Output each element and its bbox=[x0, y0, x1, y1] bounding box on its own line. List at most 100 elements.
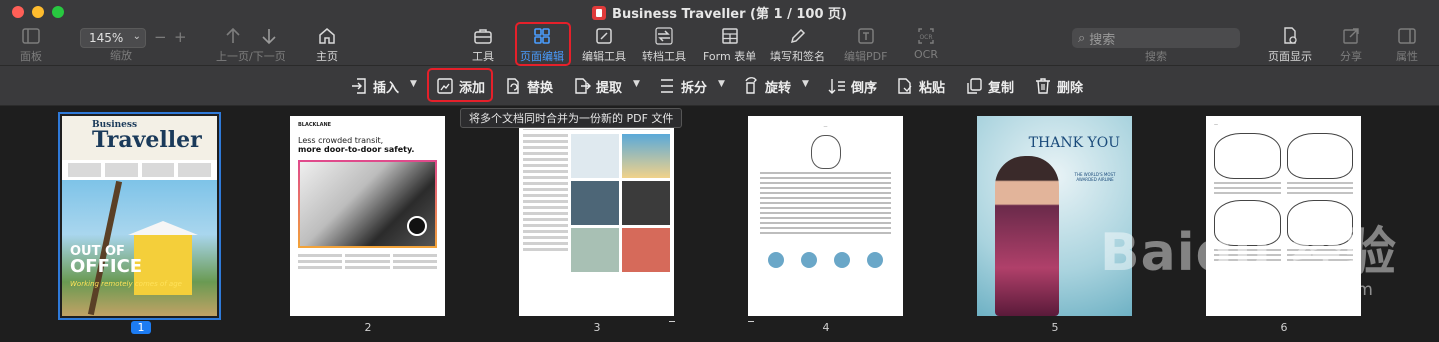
baidu-watermark: Baidu 经验 bbox=[1100, 223, 1397, 283]
edit-pdf-label: 编辑PDF bbox=[844, 50, 888, 63]
edit-pdf-button[interactable]: 编辑PDF bbox=[844, 26, 887, 64]
ocr-label: OCR bbox=[914, 48, 938, 61]
search-placeholder: 搜索 bbox=[1089, 32, 1116, 48]
fill-sign-button[interactable]: 填写和签名 bbox=[770, 26, 825, 64]
search-label: 搜索 bbox=[1145, 50, 1167, 63]
replace-icon bbox=[507, 78, 519, 94]
zoom-label: 缩放 bbox=[110, 49, 132, 62]
replace-button[interactable]: 替换 bbox=[504, 76, 553, 96]
zoom-value: 145% bbox=[89, 31, 124, 45]
svg-text:OCR: OCR bbox=[919, 34, 932, 41]
form-button[interactable]: Form 表单 bbox=[703, 26, 756, 64]
home-button[interactable]: 主页 bbox=[316, 26, 338, 64]
ad-headline-bold: more door-to-door safety. bbox=[298, 145, 415, 154]
contents-list bbox=[523, 134, 568, 272]
extract-label: 提取 bbox=[596, 80, 623, 96]
insert-label: 插入 bbox=[373, 80, 400, 96]
reverse-label: 倒序 bbox=[851, 80, 878, 96]
share-label: 分享 bbox=[1340, 50, 1362, 63]
properties-label: 属性 bbox=[1396, 50, 1418, 63]
ocr-button[interactable]: OCR OCR bbox=[914, 26, 938, 61]
cover-headline-line2: OFFICE bbox=[70, 256, 143, 277]
page-number-2: 2 bbox=[364, 321, 372, 334]
contributor-sketch bbox=[1214, 133, 1281, 179]
zoom-out-button[interactable]: − bbox=[154, 28, 167, 46]
insert-dropdown-caret[interactable]: ▼ bbox=[410, 79, 417, 89]
logo-text-large: Traveller bbox=[92, 127, 202, 153]
editor-letter-body bbox=[760, 172, 891, 234]
share-button[interactable]: 分享 bbox=[1340, 26, 1362, 64]
share-icon bbox=[1343, 28, 1359, 44]
zoom-in-button[interactable]: + bbox=[174, 28, 187, 46]
page-thumbnail-2[interactable]: BLACKLANE Less crowded transit, more doo… bbox=[290, 116, 445, 316]
sidebar-toggle-button[interactable]: 面板 bbox=[20, 26, 42, 64]
extract-button[interactable]: 提取 bbox=[573, 76, 622, 96]
issue-highlights bbox=[760, 252, 891, 268]
extract-icon bbox=[575, 78, 591, 94]
ad-body-text bbox=[290, 248, 445, 275]
ad-headline: Less crowded transit, bbox=[298, 136, 384, 145]
app-window: Business Traveller (第 1 / 100 页) 面板 145%… bbox=[0, 0, 1439, 342]
highlight-frame-add bbox=[427, 68, 493, 102]
pen-icon bbox=[790, 28, 805, 44]
split-button[interactable]: 拆分 bbox=[658, 76, 707, 96]
rotate-dropdown-caret[interactable]: ▼ bbox=[802, 79, 809, 89]
contributor-sketch bbox=[1286, 133, 1353, 179]
sidebar-icon bbox=[22, 28, 40, 44]
copy-icon bbox=[967, 78, 982, 94]
page-thumbnail-4[interactable]: — bbox=[748, 116, 903, 316]
ad-brand: BLACKLANE bbox=[298, 122, 332, 128]
arrow-up-down-icon bbox=[226, 27, 276, 45]
copy-label: 复制 bbox=[988, 80, 1015, 96]
page-thumbnail-1[interactable]: Business Traveller OUT OF OFFICE Working… bbox=[58, 112, 221, 320]
search-input[interactable]: ⌕ 搜索 bbox=[1072, 28, 1240, 48]
search-icon: ⌕ bbox=[1078, 30, 1086, 46]
paste-button[interactable]: 粘贴 bbox=[896, 76, 945, 96]
page-display-button[interactable]: 页面显示 bbox=[1268, 26, 1312, 64]
sidebar-label: 面板 bbox=[20, 50, 42, 63]
split-dropdown-caret[interactable]: ▼ bbox=[718, 79, 725, 89]
trash-icon bbox=[1036, 78, 1050, 94]
paste-icon bbox=[898, 78, 912, 94]
page-edit-toolbar: 插入 ▼ 添加 替换 提取 ▼ 拆分 ▼ 旋转 ▼ 倒序 粘贴 复制 删除 bbox=[0, 66, 1439, 106]
replace-label: 替换 bbox=[527, 80, 554, 96]
cover-headline: OUT OF OFFICE bbox=[70, 245, 143, 277]
add-tooltip: 将多个文档同时合并为一份新的 PDF 文件 bbox=[460, 108, 683, 128]
main-toolbar: Business Traveller (第 1 / 100 页) 面板 145%… bbox=[0, 0, 1439, 66]
rotate-button[interactable]: 旋转 bbox=[742, 76, 791, 96]
ocr-icon: OCR bbox=[918, 28, 934, 44]
tools-label: 工具 bbox=[472, 50, 494, 63]
extract-dropdown-caret[interactable]: ▼ bbox=[633, 79, 640, 89]
window-title: Business Traveller (第 1 / 100 页) bbox=[0, 3, 1439, 22]
page-number-4: 4 bbox=[822, 321, 830, 334]
form-label: Form 表单 bbox=[703, 50, 757, 63]
paste-label: 粘贴 bbox=[919, 80, 946, 96]
contents-photos bbox=[571, 134, 670, 272]
page-thumbnail-3[interactable] bbox=[519, 116, 674, 316]
zoom-select[interactable]: 145% ⌄ bbox=[80, 28, 146, 48]
tools-button[interactable]: 工具 bbox=[472, 26, 494, 64]
page-display-label: 页面显示 bbox=[1268, 50, 1312, 63]
reverse-button[interactable]: 倒序 bbox=[828, 76, 877, 96]
page-nav-buttons[interactable]: 上一页/下一页 bbox=[216, 26, 286, 64]
cover-subline: Working remotely comes of age bbox=[70, 280, 182, 288]
properties-panel-icon bbox=[1398, 28, 1416, 44]
editor-letter-title: — bbox=[823, 124, 828, 129]
insert-button[interactable]: 插入 bbox=[350, 76, 399, 96]
copy-button[interactable]: 复制 bbox=[965, 76, 1014, 96]
magazine-logo: Business Traveller bbox=[92, 120, 202, 153]
delete-label: 删除 bbox=[1057, 80, 1084, 96]
edit-tool-button[interactable]: 编辑工具 bbox=[582, 26, 626, 64]
delete-button[interactable]: 删除 bbox=[1034, 76, 1083, 96]
drop-marker bbox=[669, 321, 675, 322]
convert-tool-button[interactable]: 转档工具 bbox=[642, 26, 686, 64]
contributors-title: — bbox=[1214, 122, 1218, 127]
cover-strip bbox=[62, 160, 217, 180]
page-number-5: 5 bbox=[1051, 321, 1059, 334]
page-nav-label: 上一页/下一页 bbox=[216, 50, 286, 63]
ad-tagline: THE WORLD'S MOST AWARDED AIRLINE bbox=[1074, 172, 1116, 182]
edit-tool-label: 编辑工具 bbox=[582, 50, 626, 63]
brand-badge-icon bbox=[407, 216, 427, 236]
properties-button[interactable]: 属性 bbox=[1396, 26, 1418, 64]
window-title-text: Business Traveller (第 1 / 100 页) bbox=[612, 7, 847, 22]
